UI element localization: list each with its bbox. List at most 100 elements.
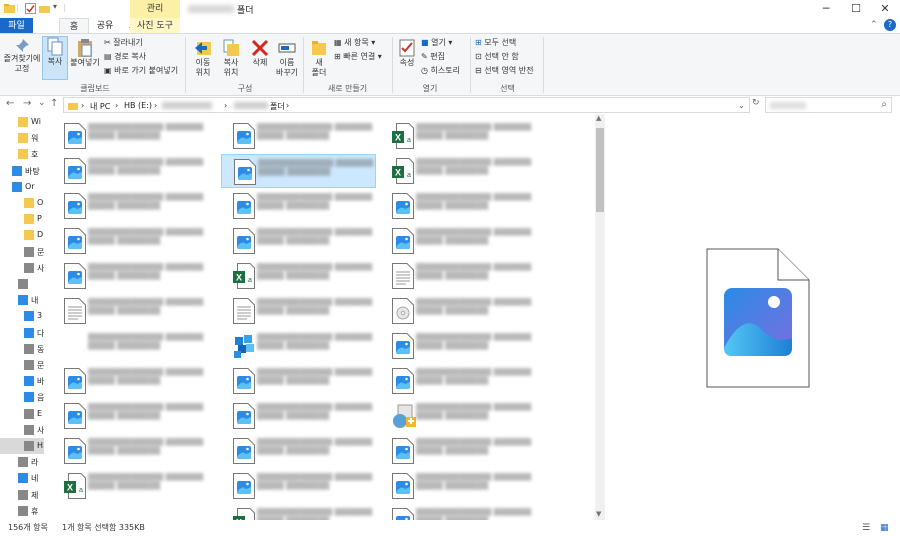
- scroll-up-icon[interactable]: ▲: [596, 114, 601, 122]
- file-item[interactable]: ▒▒▒▒▒▒▒▒▒▒▒▒▒▒ ▒▒▒▒▒▒▒ ▒▒▒▒▒ ▒▒▒▒▒▒▒▒: [52, 119, 207, 153]
- file-item[interactable]: ▒▒▒▒▒▒▒▒▒▒▒▒▒▒ ▒▒▒▒▒▒▒ ▒▒▒▒▒ ▒▒▒▒▒▒▒▒: [380, 259, 535, 293]
- details-view-icon[interactable]: ☰: [862, 520, 870, 536]
- address-dropdown-icon[interactable]: ⌄: [738, 101, 745, 110]
- address-bar[interactable]: › 내 PC › HB (E:) › › 폴더 › ⌄: [63, 97, 750, 113]
- paste-button[interactable]: 붙여넣기: [70, 38, 100, 68]
- file-item[interactable]: ▒▒▒▒▒▒▒▒▒▒▒▒▒▒ ▒▒▒▒▒▒▒ ▒▒▒▒▒ ▒▒▒▒▒▒▒▒: [221, 364, 376, 398]
- large-icons-view-icon[interactable]: ▦: [880, 520, 889, 536]
- recent-locations-button[interactable]: ⌄: [38, 98, 46, 108]
- nav-item[interactable]: 바: [0, 373, 44, 389]
- nav-item[interactable]: 사: [0, 260, 44, 276]
- select-none-button[interactable]: ⊡ 선택 안 함: [475, 52, 519, 62]
- file-item[interactable]: ▒▒▒▒▒▒▒▒▒▒▒▒▒▒ ▒▒▒▒▒▒▒ ▒▒▒▒▒ ▒▒▒▒▒▒▒▒: [380, 294, 535, 328]
- properties-button[interactable]: 속성: [396, 38, 418, 68]
- nav-item[interactable]: O: [0, 195, 44, 211]
- file-item[interactable]: ▒▒▒▒▒▒▒▒▒▒▒▒▒▒ ▒▒▒▒▒▒▒ ▒▒▒▒▒ ▒▒▒▒▒▒▒▒: [52, 224, 207, 258]
- close-button[interactable]: ✕: [870, 0, 900, 18]
- file-item[interactable]: ▒▒▒▒▒▒▒▒▒▒▒▒▒▒ ▒▒▒▒▒▒▒ ▒▒▒▒▒ ▒▒▒▒▒▒▒▒: [221, 224, 376, 258]
- rename-button[interactable]: 이름 바꾸기: [274, 38, 300, 78]
- invert-selection-button[interactable]: ⊟ 선택 영역 반전: [475, 66, 534, 76]
- file-item[interactable]: ▒▒▒▒▒▒▒▒▒▒▒▒▒▒ ▒▒▒▒▒▒▒ ▒▒▒▒▒ ▒▒▒▒▒▒▒▒: [52, 434, 207, 468]
- nav-item[interactable]: Wi: [0, 114, 44, 130]
- breadcrumb-drive[interactable]: HB (E:): [124, 101, 152, 110]
- back-button[interactable]: ←: [6, 98, 14, 109]
- new-item-button[interactable]: ▦ 새 항목 ▾: [334, 38, 375, 48]
- file-item[interactable]: Xa▒▒▒▒▒▒▒▒▒▒▒▒▒▒ ▒▒▒▒▒▒▒ ▒▒▒▒▒ ▒▒▒▒▒▒▒▒: [380, 119, 535, 153]
- file-item[interactable]: ▒▒▒▒▒▒▒▒▒▒▒▒▒▒ ▒▒▒▒▒▒▒ ▒▒▒▒▒ ▒▒▒▒▒▒▒▒: [221, 189, 376, 223]
- maximize-button[interactable]: ☐: [841, 0, 871, 18]
- file-item[interactable]: ▒▒▒▒▒▒▒▒▒▒▒▒▒▒ ▒▒▒▒▒▒▒ ▒▒▒▒▒ ▒▒▒▒▒▒▒▒: [52, 189, 207, 223]
- paste-shortcut-button[interactable]: ▣ 바로 가기 붙여넣기: [104, 66, 178, 76]
- history-button[interactable]: ◷ 히스토리: [421, 66, 460, 76]
- nav-item[interactable]: E: [0, 406, 44, 422]
- copy-path-button[interactable]: ▤ 경로 복사: [104, 52, 146, 62]
- nav-item[interactable]: 제: [0, 487, 44, 503]
- new-folder-button[interactable]: 새 폴더: [307, 38, 331, 78]
- file-item[interactable]: ▒▒▒▒▒▒▒▒▒▒▒▒▒▒ ▒▒▒▒▒▒▒ ▒▒▒▒▒ ▒▒▒▒▒▒▒▒: [380, 469, 535, 503]
- file-item[interactable]: ▒▒▒▒▒▒▒▒▒▒▒▒▒▒ ▒▒▒▒▒▒▒ ▒▒▒▒▒ ▒▒▒▒▒▒▒▒: [52, 364, 207, 398]
- file-item[interactable]: ▒▒▒▒▒▒▒▒▒▒▒▒▒▒ ▒▒▒▒▒▒▒ ▒▒▒▒▒ ▒▒▒▒▒▒▒▒: [380, 364, 535, 398]
- nav-item[interactable]: 라: [0, 454, 44, 470]
- file-item[interactable]: ▒▒▒▒▒▒▒▒▒▒▒▒▒▒ ▒▒▒▒▒▒▒ ▒▒▒▒▒ ▒▒▒▒▒▒▒▒: [221, 434, 376, 468]
- file-item[interactable]: ▒▒▒▒▒▒▒▒▒▒▒▒▒▒ ▒▒▒▒▒▒▒ ▒▒▒▒▒ ▒▒▒▒▒▒▒▒: [221, 329, 376, 363]
- new-folder-quick-icon[interactable]: [39, 3, 50, 14]
- file-item[interactable]: ▒▒▒▒▒▒▒▒▒▒▒▒▒▒ ▒▒▒▒▒▒▒ ▒▒▒▒▒ ▒▒▒▒▒▒▒▒: [380, 329, 535, 363]
- file-item[interactable]: Xa▒▒▒▒▒▒▒▒▒▒▒▒▒▒ ▒▒▒▒▒▒▒ ▒▒▒▒▒ ▒▒▒▒▒▒▒▒: [221, 504, 376, 520]
- nav-item[interactable]: 바탕: [0, 163, 44, 179]
- copy-to-button[interactable]: 복사 위치: [218, 38, 244, 78]
- file-item[interactable]: ▒▒▒▒▒▒▒▒▒▒▒▒▒▒ ▒▒▒▒▒▒▒ ▒▒▒▒▒ ▒▒▒▒▒▒▒▒: [221, 399, 376, 433]
- edit-button[interactable]: ✎ 편집: [421, 52, 445, 62]
- minimize-button[interactable]: ─: [811, 0, 841, 18]
- pin-quick-access-button[interactable]: 즐겨찾기에 고정: [2, 38, 42, 74]
- scrollbar-thumb[interactable]: [596, 128, 604, 212]
- file-item[interactable]: ▒▒▒▒▒▒▒▒▒▒▒▒▒▒ ▒▒▒▒▒▒▒ ▒▒▒▒▒ ▒▒▒▒▒▒▒▒: [380, 504, 535, 520]
- breadcrumb-folder[interactable]: 폴더: [270, 101, 285, 112]
- nav-item[interactable]: P: [0, 211, 44, 227]
- easy-access-button[interactable]: ⊞ 빠른 연결 ▾: [334, 52, 382, 62]
- file-item[interactable]: ▒▒▒▒▒▒▒▒▒▒▒▒▒▒ ▒▒▒▒▒▒▒ ▒▒▒▒▒ ▒▒▒▒▒▒▒▒: [221, 119, 376, 153]
- nav-item[interactable]: 음: [0, 389, 44, 405]
- nav-item[interactable]: H: [0, 438, 44, 454]
- file-item[interactable]: ▒▒▒▒▒▒▒▒▒▒▒▒▒▒ ▒▒▒▒▒▒▒ ▒▒▒▒▒ ▒▒▒▒▒▒▒▒: [380, 189, 535, 223]
- nav-item[interactable]: 워: [0, 130, 44, 146]
- file-item[interactable]: ▒▒▒▒▒▒▒▒▒▒▒▒▒▒ ▒▒▒▒▒▒▒ ▒▒▒▒▒ ▒▒▒▒▒▒▒▒: [52, 399, 207, 433]
- copy-button[interactable]: 복사: [42, 36, 68, 80]
- tab-home[interactable]: 홈: [59, 18, 89, 34]
- file-item[interactable]: ▒▒▒▒▒▒▒▒▒▒▒▒▒▒ ▒▒▒▒▒▒▒ ▒▒▒▒▒ ▒▒▒▒▒▒▒▒: [221, 154, 376, 188]
- tab-share[interactable]: 공유: [90, 18, 120, 34]
- nav-item[interactable]: Or: [0, 179, 44, 195]
- tab-photo-tools[interactable]: 사진 도구: [130, 18, 180, 34]
- open-button[interactable]: ■ 열기 ▾: [421, 38, 452, 48]
- file-item[interactable]: Xa▒▒▒▒▒▒▒▒▒▒▒▒▒▒ ▒▒▒▒▒▒▒ ▒▒▒▒▒ ▒▒▒▒▒▒▒▒: [221, 259, 376, 293]
- up-button[interactable]: ↑: [50, 98, 58, 109]
- ribbon-collapse-icon[interactable]: ⌃: [870, 20, 878, 30]
- nav-item[interactable]: 네: [0, 470, 44, 486]
- properties-check-icon[interactable]: [25, 3, 36, 14]
- nav-item[interactable]: 3: [0, 308, 44, 324]
- file-item[interactable]: ▒▒▒▒▒▒▒▒▒▒▒▒▒▒ ▒▒▒▒▒▒▒ ▒▒▒▒▒ ▒▒▒▒▒▒▒▒: [221, 294, 376, 328]
- file-item[interactable]: ▒▒▒▒▒▒▒▒▒▒▒▒▒▒ ▒▒▒▒▒▒▒ ▒▒▒▒▒ ▒▒▒▒▒▒▒▒: [380, 399, 535, 433]
- search-input[interactable]: ⌕: [765, 97, 892, 113]
- nav-item[interactable]: 호: [0, 146, 44, 162]
- nav-item[interactable]: 휴: [0, 503, 44, 519]
- help-icon[interactable]: ?: [884, 19, 896, 31]
- breadcrumb-pc[interactable]: 내 PC: [90, 101, 110, 112]
- forward-button[interactable]: →: [23, 98, 31, 109]
- nav-item[interactable]: [0, 276, 44, 292]
- file-item[interactable]: ▒▒▒▒▒▒▒▒▒▒▒▒▒▒ ▒▒▒▒▒▒▒ ▒▒▒▒▒ ▒▒▒▒▒▒▒▒: [380, 434, 535, 468]
- move-to-button[interactable]: 이동 위치: [190, 38, 216, 78]
- nav-item[interactable]: 동: [0, 341, 44, 357]
- nav-item[interactable]: 내: [0, 292, 44, 308]
- file-item[interactable]: ▒▒▒▒▒▒▒▒▒▒▒▒▒▒ ▒▒▒▒▒▒▒ ▒▒▒▒▒ ▒▒▒▒▒▒▒▒: [52, 259, 207, 293]
- file-item[interactable]: ▒▒▒▒▒▒▒▒▒▒▒▒▒▒ ▒▒▒▒▒▒▒ ▒▒▒▒▒ ▒▒▒▒▒▒▒▒: [221, 469, 376, 503]
- file-item[interactable]: Xa▒▒▒▒▒▒▒▒▒▒▒▒▒▒ ▒▒▒▒▒▒▒ ▒▒▒▒▒ ▒▒▒▒▒▒▒▒: [380, 154, 535, 188]
- nav-item[interactable]: 문: [0, 244, 44, 260]
- scroll-down-icon[interactable]: ▼: [596, 510, 601, 518]
- file-item[interactable]: ▒▒▒▒▒▒▒▒▒▒▒▒▒▒ ▒▒▒▒▒▒▒ ▒▒▒▒▒ ▒▒▒▒▒▒▒▒: [52, 329, 207, 363]
- quick-access-dropdown-icon[interactable]: ▾: [53, 2, 57, 11]
- refresh-button[interactable]: ↻: [752, 98, 760, 108]
- file-item[interactable]: ▒▒▒▒▒▒▒▒▒▒▒▒▒▒ ▒▒▒▒▒▒▒ ▒▒▒▒▒ ▒▒▒▒▒▒▒▒: [52, 294, 207, 328]
- nav-item[interactable]: 다: [0, 325, 44, 341]
- delete-button[interactable]: 삭제: [248, 38, 272, 68]
- file-item[interactable]: Xa▒▒▒▒▒▒▒▒▒▒▒▒▒▒ ▒▒▒▒▒▒▒ ▒▒▒▒▒ ▒▒▒▒▒▒▒▒: [52, 469, 207, 503]
